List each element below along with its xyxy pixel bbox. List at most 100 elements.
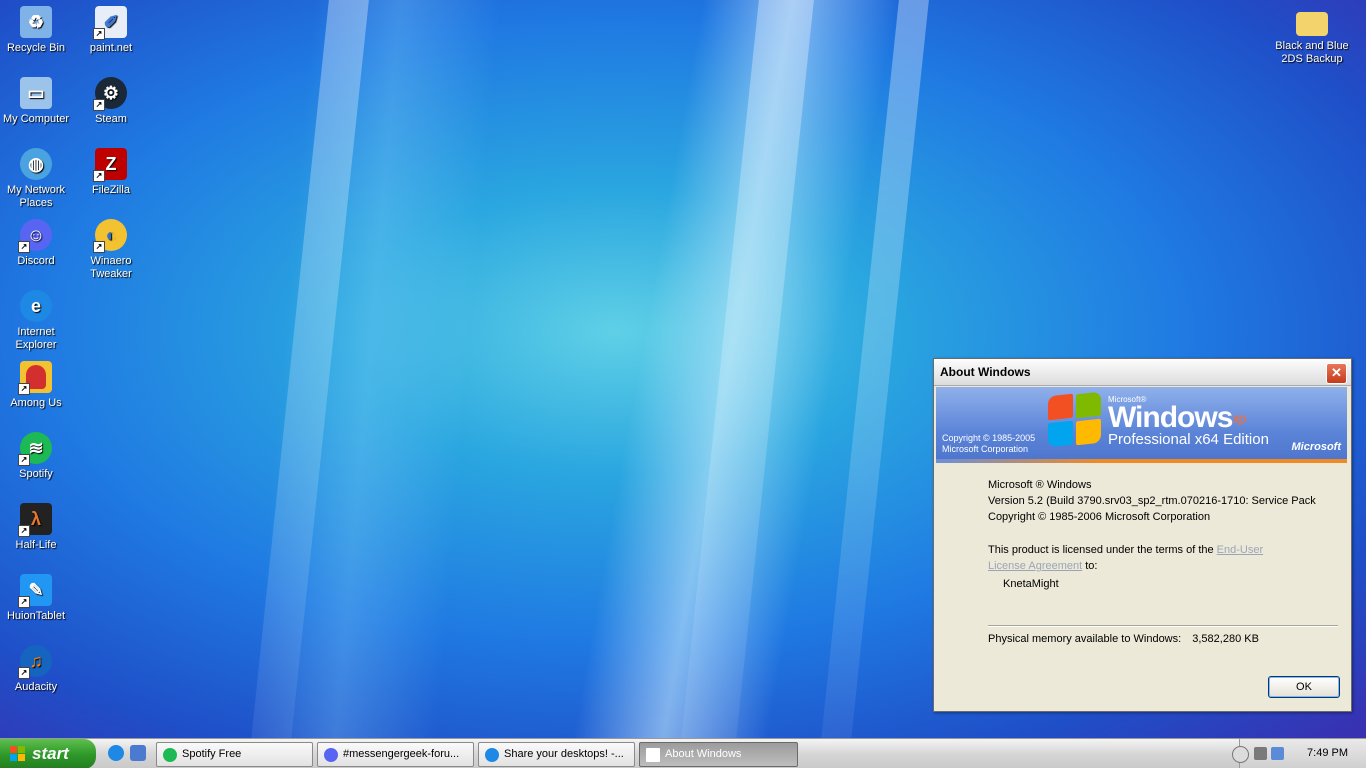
- taskbar-button-about-windows[interactable]: About Windows: [639, 742, 798, 767]
- shortcut-arrow-icon: ↗: [18, 241, 30, 253]
- system-tray: 7:49 PM: [1232, 739, 1366, 768]
- audacity-icon: ♫ ↗: [18, 645, 52, 679]
- icon-label: Steam: [95, 113, 127, 125]
- folder-icon: [1296, 12, 1328, 36]
- licensed-user: KnetaMight: [1003, 578, 1059, 590]
- filezilla-icon: Z ↗: [93, 148, 127, 182]
- desktop-icon-huion-tablet[interactable]: ✎ ↗ HuionTablet: [0, 574, 72, 623]
- huion-tablet-icon: ✎ ↗: [18, 574, 52, 608]
- memory-label: Physical memory available to Windows:: [988, 633, 1182, 645]
- tray-network-icon[interactable]: [1254, 747, 1267, 760]
- icon-label: Recycle Bin: [6, 42, 66, 54]
- shortcut-arrow-icon: ↗: [93, 99, 105, 111]
- dialog-titlebar[interactable]: About Windows: [934, 359, 1351, 386]
- desktop-icon-half-life[interactable]: λ ↗ Half-Life: [0, 503, 72, 552]
- desktop-icon-among-us[interactable]: ↗ Among Us: [0, 361, 72, 410]
- network-icon: ◍: [20, 148, 52, 180]
- windows-wordmark: Microsoft® Windowsxp Professional x64 Ed…: [1108, 395, 1269, 448]
- banner-copyright-line: Copyright © 1985-2005: [942, 433, 1036, 443]
- desktop-icon-paint-net[interactable]: ✐ ↗ paint.net: [75, 6, 147, 55]
- spotify-icon: [163, 747, 177, 762]
- desktop-icon-my-network-places[interactable]: ◍ My Network Places: [0, 148, 72, 210]
- taskbar-button-browser[interactable]: Share your desktops! -...: [478, 742, 635, 767]
- desktop-icon-discord[interactable]: ☺ ↗ Discord: [0, 219, 72, 268]
- wallpaper-beam: [246, 0, 374, 738]
- tray-expand-icon[interactable]: [1232, 746, 1249, 763]
- copyright-line: Copyright © 1985-2006 Microsoft Corporat…: [988, 511, 1211, 523]
- taskbar-button-label: Spotify Free: [182, 748, 242, 760]
- icon-label: Black and Blue 2DS Backup: [1275, 40, 1349, 65]
- start-button[interactable]: start: [0, 739, 96, 768]
- quicklaunch-desktop-icon[interactable]: [130, 745, 146, 761]
- taskbar-button-label: #messengergeek-foru...: [343, 748, 460, 760]
- shortcut-arrow-icon: ↗: [93, 28, 105, 40]
- shortcut-arrow-icon: ↗: [18, 596, 30, 608]
- wallpaper-beam: [676, 0, 819, 738]
- winaero-tweaker-icon: ◐ ↗: [93, 219, 127, 253]
- close-button[interactable]: ✕: [1326, 363, 1347, 384]
- license-pre: This product is licensed under the terms…: [988, 544, 1217, 556]
- banner-copyright-line: Microsoft Corporation: [942, 444, 1029, 454]
- taskbar: start Spotify Free #messengergeek-foru..…: [0, 738, 1366, 768]
- separator: [988, 625, 1338, 627]
- memory-value: 3,582,280 KB: [1192, 633, 1259, 645]
- taskbar-button-label: Share your desktops! -...: [504, 748, 624, 760]
- desktop-icon-backup-folder[interactable]: Black and Blue 2DS Backup: [1275, 6, 1349, 66]
- desktop-icon-spotify[interactable]: ≋ ↗ Spotify: [0, 432, 72, 481]
- icon-label: My Network Places: [6, 184, 66, 209]
- desktop-icon-winaero-tweaker[interactable]: ◐ ↗ Winaero Tweaker: [75, 219, 147, 281]
- desktop-icon-audacity[interactable]: ♫ ↗ Audacity: [0, 645, 72, 694]
- edition-label: Professional x64 Edition: [1108, 431, 1269, 448]
- among-us-icon: ↗: [18, 361, 52, 395]
- start-label: start: [32, 744, 69, 763]
- window-icon: [646, 747, 660, 762]
- clock[interactable]: 7:49 PM: [1307, 747, 1348, 759]
- shortcut-arrow-icon: ↗: [93, 170, 105, 182]
- taskbar-button-spotify[interactable]: Spotify Free: [156, 742, 313, 767]
- dialog-content: Microsoft ® Windows Version 5.2 (Build 3…: [988, 477, 1343, 592]
- icon-label: FileZilla: [92, 184, 130, 196]
- windows-logo-icon: [10, 746, 26, 762]
- windows-banner: Microsoft® Windowsxp Professional x64 Ed…: [936, 387, 1347, 463]
- tray-volume-icon[interactable]: [1271, 747, 1284, 760]
- quicklaunch-ie-icon[interactable]: [108, 745, 124, 761]
- shortcut-arrow-icon: ↗: [18, 383, 30, 395]
- icon-label: Half-Life: [15, 539, 57, 551]
- paint-net-icon: ✐ ↗: [93, 6, 127, 40]
- icon-label: Spotify: [19, 468, 53, 480]
- icon-label: paint.net: [89, 42, 133, 54]
- half-life-icon: λ ↗: [18, 503, 52, 537]
- wallpaper-beam: [816, 0, 934, 738]
- taskbar-button-discord[interactable]: #messengergeek-foru...: [317, 742, 474, 767]
- windows-flag-icon: [1048, 391, 1104, 448]
- icon-label: Audacity: [14, 681, 58, 693]
- taskbar-button-label: About Windows: [665, 748, 742, 760]
- version-line: Version 5.2 (Build 3790.srv03_sp2_rtm.07…: [988, 495, 1316, 507]
- license-post: to:: [1082, 560, 1098, 572]
- desktop-icon-internet-explorer[interactable]: e Internet Explorer: [0, 290, 72, 352]
- steam-icon: ⚙ ↗: [93, 77, 127, 111]
- desktop-icon-filezilla[interactable]: Z ↗ FileZilla: [75, 148, 147, 197]
- banner-stripe: [936, 459, 1347, 463]
- discord-icon: [324, 747, 338, 762]
- icon-label: Winaero Tweaker: [90, 255, 132, 280]
- desktop-icon-steam[interactable]: ⚙ ↗ Steam: [75, 77, 147, 126]
- icon-label: Among Us: [10, 397, 62, 409]
- recycle-bin-icon: ♻: [20, 6, 52, 38]
- license-text: This product is licensed under the terms…: [988, 542, 1278, 574]
- internet-explorer-icon: [485, 747, 499, 762]
- shortcut-arrow-icon: ↗: [18, 667, 30, 679]
- desktop-icon-recycle-bin[interactable]: ♻ Recycle Bin: [0, 6, 72, 55]
- icon-label: Internet Explorer: [15, 326, 57, 351]
- desktop-icon-my-computer[interactable]: ▭ My Computer: [0, 77, 72, 126]
- shortcut-arrow-icon: ↗: [93, 241, 105, 253]
- product-line: Microsoft ® Windows: [988, 479, 1092, 491]
- shortcut-arrow-icon: ↗: [18, 454, 30, 466]
- microsoft-logo: Microsoft: [1291, 441, 1342, 453]
- icon-label: HuionTablet: [6, 610, 66, 622]
- shortcut-arrow-icon: ↗: [18, 525, 30, 537]
- internet-explorer-icon: e: [20, 290, 52, 322]
- ok-button[interactable]: OK: [1268, 676, 1340, 698]
- windows-label: Windows: [1108, 401, 1233, 434]
- dialog-title: About Windows: [940, 365, 1031, 379]
